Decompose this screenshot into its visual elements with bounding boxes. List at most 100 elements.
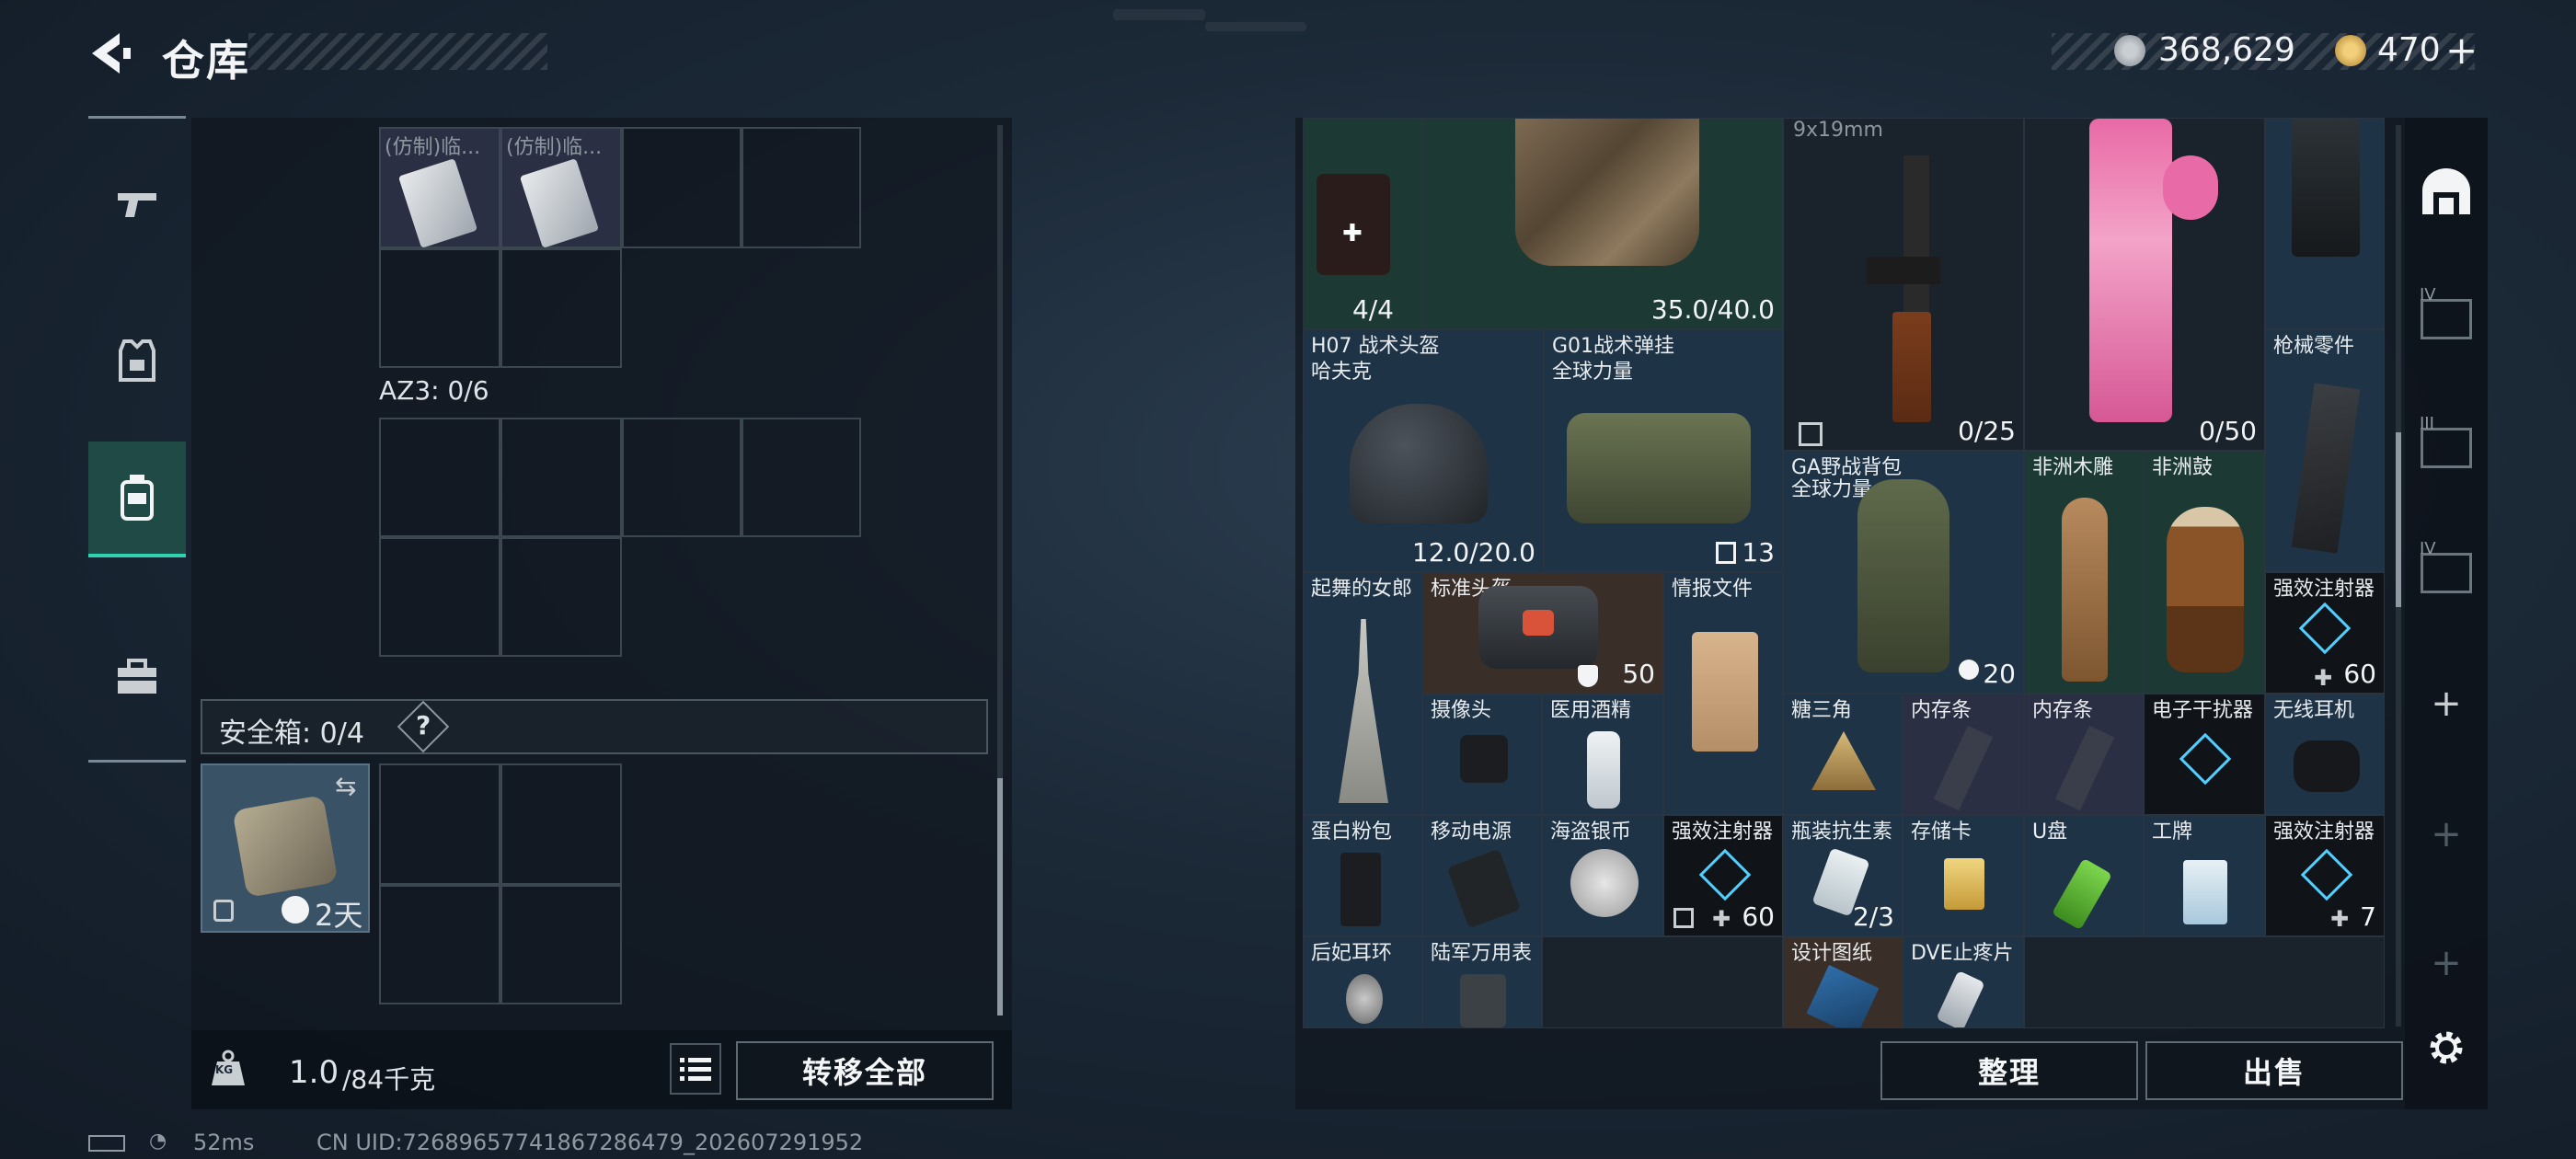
vest-icon xyxy=(1515,119,1699,266)
item-slot[interactable]: (仿制)临... xyxy=(379,127,500,248)
grid-cell[interactable] xyxy=(379,885,500,1004)
item-name: H07 战术头盔 xyxy=(1311,335,1440,358)
item-ram-2[interactable]: 内存条 xyxy=(2024,694,2144,815)
item-dve-pill[interactable]: DVE止疼片 xyxy=(1903,936,2024,1028)
item-dancer[interactable]: 起舞的女郎 xyxy=(1303,572,1422,815)
wifi-icon: ◔ xyxy=(149,1130,167,1153)
item-army-watch[interactable]: 陆军万用表 xyxy=(1422,936,1542,1028)
grid-cell[interactable] xyxy=(500,885,622,1004)
item-name: 起舞的女郎 xyxy=(1311,578,1413,601)
item-ram-1[interactable]: 内存条 xyxy=(1903,694,2024,815)
item-sugar-triangle[interactable]: 糖三角 xyxy=(1783,694,1903,815)
item-jammer[interactable]: 电子干扰器 xyxy=(2144,694,2265,815)
add-icon: ✚ xyxy=(1712,906,1731,932)
item-name: U盘 xyxy=(2032,820,2068,843)
item-wood-carving[interactable]: 非洲木雕 xyxy=(2024,451,2144,694)
storage-tab-iv-1[interactable]: IV xyxy=(2410,283,2482,355)
item-caption: 9x19mm xyxy=(1793,119,1883,142)
item-name: (仿制)临... xyxy=(385,136,481,159)
grid-cell[interactable] xyxy=(500,537,622,657)
add-storage-tab-2[interactable]: + xyxy=(2410,798,2482,870)
grid-cell[interactable] xyxy=(1542,936,1783,1028)
grid-cell[interactable] xyxy=(379,763,500,885)
item-earring[interactable]: 后妃耳环 xyxy=(1303,936,1422,1028)
storage-tab-main[interactable] xyxy=(2410,156,2482,228)
clock-icon xyxy=(282,896,309,924)
grid-cell[interactable] xyxy=(500,418,622,537)
grid-cell[interactable] xyxy=(379,418,500,537)
sell-button[interactable]: 出售 xyxy=(2145,1041,2403,1100)
item-antibiotic[interactable]: 瓶装抗生素 2/3 xyxy=(1783,815,1903,936)
item-pirate-coin[interactable]: 海盗银币 xyxy=(1542,815,1663,936)
add-storage-tab-1[interactable]: + xyxy=(2410,668,2482,740)
item-earbuds[interactable]: 无线耳机 xyxy=(2265,694,2385,815)
item-first-aid[interactable]: ✚ 4/4 xyxy=(1303,118,1422,329)
grid-cell[interactable] xyxy=(379,248,500,368)
item-protein[interactable]: 蛋白粉包 xyxy=(1303,815,1422,936)
item-slot[interactable]: (仿制)临... xyxy=(500,127,622,248)
item-pink-rifle[interactable]: 0/50 xyxy=(2024,118,2265,451)
item-stim-3[interactable]: 强效注射器 ✚ 7 xyxy=(2265,815,2385,936)
item-alcohol[interactable]: 医用酒精 xyxy=(1542,694,1663,815)
ram-icon xyxy=(1933,725,1994,811)
grid-cell[interactable] xyxy=(2024,936,2385,1028)
toolbox-icon xyxy=(118,659,156,694)
item-african-drum[interactable]: 非洲鼓 xyxy=(2144,451,2265,694)
item-stim-2[interactable]: 强效注射器 ✚ 60 xyxy=(1663,815,1783,936)
rail-weapons-tab[interactable] xyxy=(88,153,186,256)
safe-case-icon xyxy=(232,795,339,898)
grid-cell[interactable] xyxy=(742,418,861,537)
bottle-icon xyxy=(1587,731,1620,809)
silver-coin-icon xyxy=(2114,35,2145,66)
sort-button[interactable]: 整理 xyxy=(1880,1041,2138,1100)
storage-tab-icon xyxy=(2422,168,2470,214)
item-name: 无线耳机 xyxy=(2273,699,2355,722)
item-sd-card[interactable]: 存储卡 xyxy=(1903,815,2024,936)
transfer-all-button[interactable]: 转移全部 xyxy=(736,1041,994,1100)
rail-tools-tab[interactable] xyxy=(88,625,186,729)
item-vest[interactable]: 35.0/40.0 xyxy=(1422,118,1783,329)
item-badge[interactable]: 工牌 xyxy=(2144,815,2265,936)
gold-coin-icon xyxy=(2335,35,2366,66)
item-standard-helmet[interactable]: 标准头盔 50 xyxy=(1422,572,1663,694)
left-scroll-thumb[interactable] xyxy=(997,778,1003,1016)
settings-button[interactable] xyxy=(2410,1012,2482,1084)
item-name: 非洲木雕 xyxy=(2032,456,2114,479)
right-scroll-thumb[interactable] xyxy=(2396,432,2401,607)
item-camera[interactable]: 摄像头 xyxy=(1422,694,1542,815)
item-usb[interactable]: U盘 xyxy=(2024,815,2144,936)
swap-icon[interactable]: ⇆ xyxy=(335,771,364,801)
grid-cell[interactable] xyxy=(500,763,622,885)
storage-tab-iii[interactable]: III xyxy=(2410,412,2482,484)
rail-backpack-tab[interactable] xyxy=(88,442,186,557)
item-name: 强效注射器 xyxy=(2273,578,2375,601)
grid-cell[interactable] xyxy=(379,537,500,657)
carving-icon xyxy=(2062,498,2108,682)
item-smg[interactable]: 9x19mm 0/25 xyxy=(1783,118,2024,451)
list-view-button[interactable] xyxy=(670,1043,721,1095)
keycard-icon xyxy=(397,158,478,248)
item-h07-helmet[interactable]: H07 战术头盔 哈夫克 12.0/20.0 xyxy=(1303,329,1544,572)
slots-icon xyxy=(1716,542,1736,564)
safe-box-slot[interactable]: ⇆ 2天 xyxy=(201,763,370,933)
rail-armor-tab[interactable] xyxy=(88,309,186,412)
item-ga-backpack[interactable]: GA野战背包 全球力量 20 xyxy=(1783,451,2024,694)
add-storage-tab-3[interactable]: + xyxy=(2410,927,2482,999)
grid-cell[interactable] xyxy=(622,418,742,537)
add-currency-button[interactable]: + xyxy=(2445,28,2478,73)
grid-cell[interactable] xyxy=(622,127,742,248)
item-g01-rig[interactable]: G01战术弹挂 全球力量 13 xyxy=(1544,329,1783,572)
item-stim-1[interactable]: 强效注射器 ✚ 60 xyxy=(2265,572,2385,694)
protein-pack-icon xyxy=(1340,853,1381,926)
rifle-icon xyxy=(2089,119,2172,422)
back-button[interactable] xyxy=(85,28,136,79)
grid-cell[interactable] xyxy=(742,127,861,248)
item-blueprint[interactable]: 设计图纸 xyxy=(1783,936,1903,1028)
item-device[interactable] xyxy=(2265,118,2385,329)
tab-label: III xyxy=(2420,414,2434,433)
storage-tab-iv-2[interactable]: IV xyxy=(2410,537,2482,609)
item-gun-parts[interactable]: 枪械零件 xyxy=(2265,329,2385,572)
item-intel-file[interactable]: 情报文件 xyxy=(1663,572,1783,815)
grid-cell[interactable] xyxy=(500,248,622,368)
item-power-bank[interactable]: 移动电源 xyxy=(1422,815,1542,936)
